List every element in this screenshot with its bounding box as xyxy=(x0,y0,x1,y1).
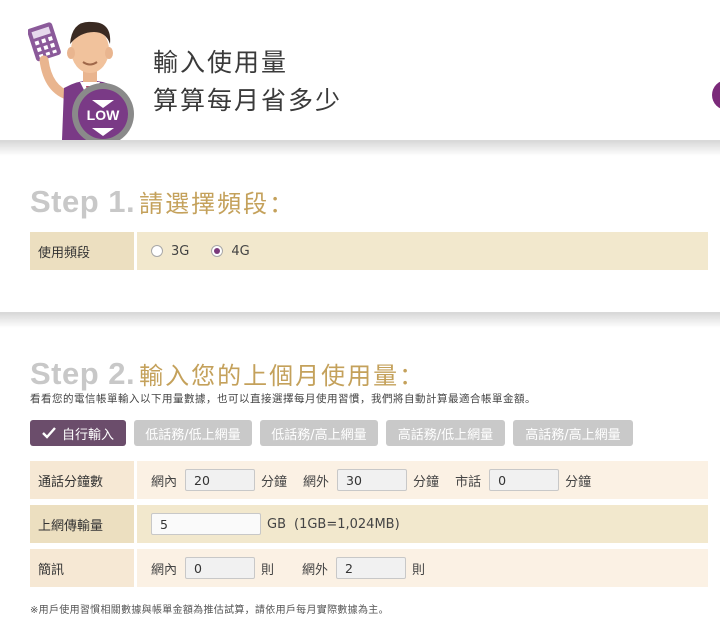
data-usage-note: (1GB=1,024MB) xyxy=(294,516,400,532)
section-divider xyxy=(0,140,720,156)
call-local-label: 市話 xyxy=(455,474,482,490)
call-offnet-input[interactable]: 30 xyxy=(337,469,408,491)
data-usage-row: 上網傳輸量 5 GB (1GB=1,024MB) xyxy=(30,505,708,543)
check-icon xyxy=(42,427,56,439)
page-title: 輸入使用量 算算每月省多少 xyxy=(153,44,342,120)
mascot-calculator-illustration: LOW xyxy=(28,21,134,140)
sms-onnet-label: 網內 xyxy=(151,562,178,578)
page-title-line2: 算算每月省多少 xyxy=(153,86,343,115)
data-usage-fields: 5 GB (1GB=1,024MB) xyxy=(137,505,708,543)
usage-preset-tabs: 自行輸入 低話務/低上網量 低話務/高上網量 高話務/低上網量 高話務/高上網量 xyxy=(30,420,641,446)
sms-offnet-input[interactable]: 2 xyxy=(336,557,407,579)
call-local-input[interactable]: 0 xyxy=(489,469,560,491)
data-usage-input[interactable]: 5 xyxy=(151,513,261,535)
low-badge: LOW xyxy=(87,107,120,123)
tab-custom-input[interactable]: 自行輸入 xyxy=(30,420,126,446)
sms-onnet-input[interactable]: 0 xyxy=(185,557,256,579)
call-local-unit: 分鐘 xyxy=(565,474,592,490)
section-divider xyxy=(0,312,720,328)
tab-low-voice-high-data[interactable]: 低話務/高上網量 xyxy=(260,420,378,446)
call-offnet-unit: 分鐘 xyxy=(413,474,440,490)
footnote: ※用戶使用習慣相關數據與帳單金額為推估試算，請依用戶每月實際數據為主。 xyxy=(30,605,389,616)
edge-circle-decoration xyxy=(712,80,720,110)
sms-fields: 網內 0 則 網外 2 則 xyxy=(137,549,708,587)
tab-custom-input-label: 自行輸入 xyxy=(61,427,114,443)
step2-heading: Step 2. 輸入您的上個月使用量： xyxy=(30,356,425,392)
step1-title: 請選擇頻段： xyxy=(139,190,296,218)
tab-low-voice-low-data[interactable]: 低話務/低上網量 xyxy=(134,420,252,446)
step1-section: Step 1. 請選擇頻段： 使用頻段 3G 4G xyxy=(0,156,720,312)
radio-4g-dot[interactable] xyxy=(211,245,224,257)
page-header: LOW 輸入使用量 算算每月省多少 xyxy=(0,0,720,140)
sms-offnet-label: 網外 xyxy=(302,562,329,578)
radio-3g-dot[interactable] xyxy=(151,245,163,257)
call-minutes-fields: 網內 20 分鐘 網外 30 分鐘 市話 0 分鐘 xyxy=(137,461,708,499)
sms-offnet-unit: 則 xyxy=(412,562,426,578)
step1-heading: Step 1. 請選擇頻段： xyxy=(30,184,295,220)
radio-3g[interactable]: 3G xyxy=(151,244,189,259)
step2-title: 輸入您的上個月使用量： xyxy=(139,362,426,390)
step2-number: Step 2. xyxy=(30,356,136,391)
tab-high-voice-high-data[interactable]: 高話務/高上網量 xyxy=(513,420,633,446)
call-minutes-row: 通話分鐘數 網內 20 分鐘 網外 30 分鐘 市話 0 分鐘 xyxy=(30,461,708,499)
band-row: 使用頻段 3G 4G xyxy=(30,232,708,270)
band-options: 3G 4G xyxy=(137,232,708,270)
radio-4g-label: 4G xyxy=(231,243,250,259)
sms-row: 簡訊 網內 0 則 網外 2 則 xyxy=(30,549,708,587)
sms-label: 簡訊 xyxy=(30,549,134,587)
tab-high-voice-low-data[interactable]: 高話務/低上網量 xyxy=(386,420,505,446)
tab-low-voice-high-data-label: 低話務/高上網量 xyxy=(271,427,367,443)
page-title-line1: 輸入使用量 xyxy=(153,48,289,77)
tab-low-voice-low-data-label: 低話務/低上網量 xyxy=(145,427,241,443)
step1-number: Step 1. xyxy=(30,184,136,219)
radio-3g-label: 3G xyxy=(171,243,190,259)
tab-high-voice-low-data-label: 高話務/低上網量 xyxy=(397,427,494,443)
call-offnet-label: 網外 xyxy=(303,474,330,490)
tab-high-voice-high-data-label: 高話務/高上網量 xyxy=(525,427,621,443)
band-row-label: 使用頻段 xyxy=(30,232,134,270)
data-usage-unit: GB xyxy=(267,516,286,532)
step2-description: 看看您的電信帳單輸入以下用量數據，也可以直接選擇每月使用習慣，我們將自動計算最適… xyxy=(30,393,536,405)
radio-4g[interactable]: 4G xyxy=(211,243,250,259)
call-onnet-input[interactable]: 20 xyxy=(185,469,256,491)
data-usage-label: 上網傳輸量 xyxy=(30,505,134,543)
sms-onnet-unit: 則 xyxy=(261,562,275,578)
call-onnet-unit: 分鐘 xyxy=(261,474,288,490)
call-onnet-label: 網內 xyxy=(151,474,178,490)
call-minutes-label: 通話分鐘數 xyxy=(30,461,134,499)
